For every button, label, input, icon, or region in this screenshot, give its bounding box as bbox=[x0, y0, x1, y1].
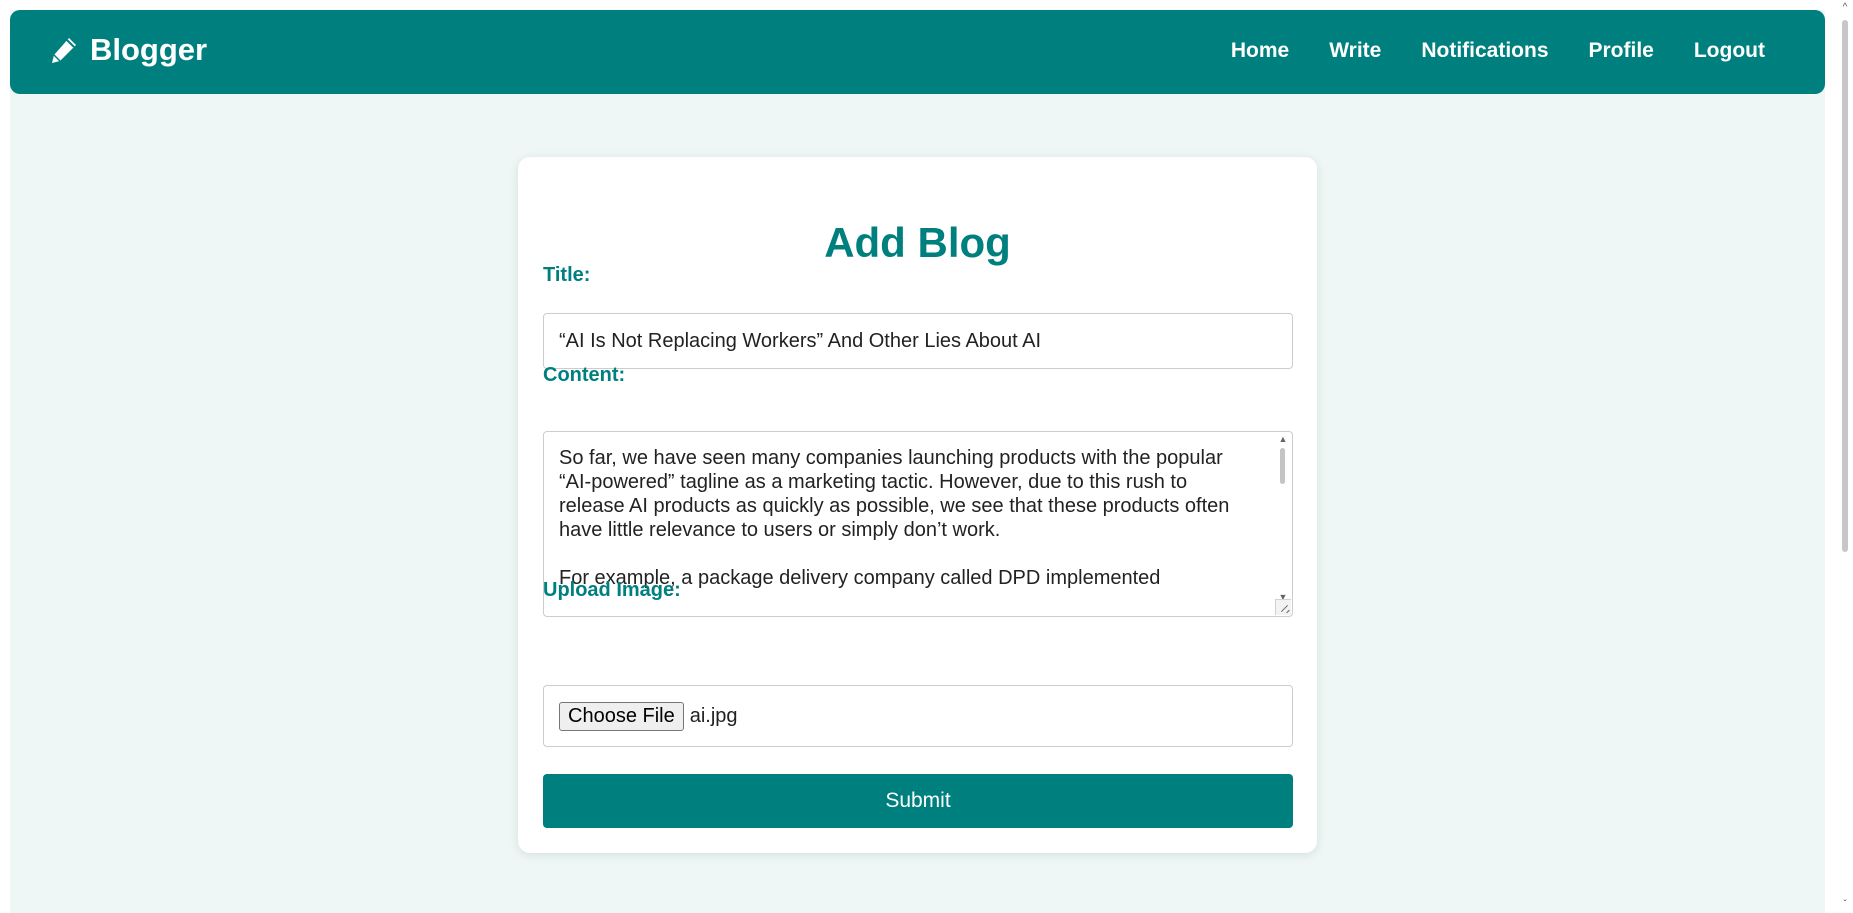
scrollbar-thumb[interactable] bbox=[1280, 448, 1285, 484]
page-scroll-down-icon[interactable]: ˇ bbox=[1839, 899, 1851, 911]
content-label: Content: bbox=[543, 364, 626, 386]
resize-handle-icon[interactable] bbox=[1275, 599, 1291, 615]
nav-logout-link[interactable]: Logout bbox=[1694, 39, 1765, 63]
textarea-scrollbar[interactable]: ▲ ▼ bbox=[1276, 434, 1290, 616]
nav-notifications-link[interactable]: Notifications bbox=[1421, 39, 1548, 63]
pencil-icon bbox=[48, 34, 80, 66]
submit-button[interactable]: Submit bbox=[543, 774, 1293, 828]
nav-home-link[interactable]: Home bbox=[1231, 39, 1289, 63]
upload-image-label: Upload Image: bbox=[543, 579, 681, 601]
page-title: Add Blog bbox=[824, 219, 1011, 266]
title-label: Title: bbox=[543, 264, 591, 286]
page-background: Blogger Home Write Notifications Profile… bbox=[10, 10, 1825, 913]
nav-profile-link[interactable]: Profile bbox=[1589, 39, 1654, 63]
selected-file-name: ai.jpg bbox=[689, 704, 738, 727]
content-paragraph: So far, we have seen many companies laun… bbox=[559, 447, 1230, 541]
choose-file-button[interactable]: Choose File bbox=[559, 701, 684, 731]
file-upload-field[interactable]: Choose File ai.jpg bbox=[543, 685, 1293, 747]
nav-links: Home Write Notifications Profile Logout bbox=[1231, 39, 1765, 63]
title-input[interactable] bbox=[543, 313, 1293, 369]
brand[interactable]: Blogger bbox=[48, 32, 207, 68]
nav-write-link[interactable]: Write bbox=[1329, 39, 1381, 63]
scroll-up-icon[interactable]: ▲ bbox=[1278, 434, 1288, 444]
page-scroll-up-icon[interactable]: ^ bbox=[1839, 2, 1851, 14]
brand-name: Blogger bbox=[90, 32, 208, 67]
navbar: Blogger Home Write Notifications Profile… bbox=[10, 10, 1825, 94]
page-scrollbar[interactable]: ^ ˇ bbox=[1835, 0, 1853, 913]
page-scrollbar-thumb[interactable] bbox=[1842, 20, 1848, 552]
add-blog-card: Add Blog Title: Content: So far, we have… bbox=[518, 157, 1317, 853]
